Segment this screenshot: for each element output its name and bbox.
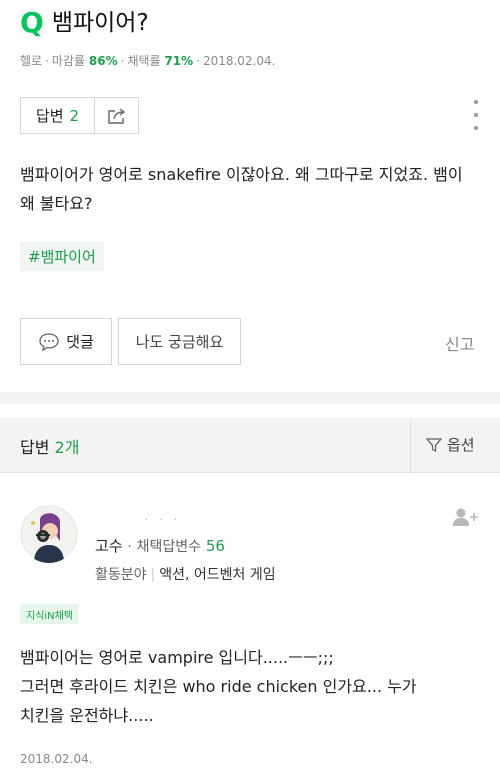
share-icon (107, 107, 125, 124)
adopt-rate: 71% (164, 54, 194, 68)
answer-body: 뱀파이어는 영어로 vampire 입니다.....ㅡㅡ;;; 그러면 후라이드… (20, 643, 490, 730)
answer-count-button[interactable]: 답변 2 (20, 97, 95, 134)
add-user-icon (453, 508, 478, 526)
section-divider (0, 392, 500, 404)
options-label: 옵션 (447, 436, 475, 454)
adopted-badge: 지식iN채택 (20, 604, 80, 624)
comment-button-label: 댓글 (66, 333, 94, 351)
answer-user-info: 고수 · 채택답변수 56 (95, 537, 225, 555)
question-q-icon: Q (20, 6, 44, 39)
hashtag[interactable]: #뱀파이어 (20, 242, 104, 271)
bar-separator (410, 418, 411, 473)
avatar[interactable] (20, 505, 78, 563)
comment-button[interactable]: 댓글 (20, 318, 112, 365)
answers-count: 답변 2개 (20, 438, 80, 457)
options-button[interactable]: 옵션 (426, 434, 475, 455)
answer-button-label: 답변 (35, 107, 64, 125)
answers-header-bar: 답변 2개 옵션 (0, 418, 500, 473)
answer-username[interactable]: 고수 (95, 537, 123, 555)
share-button[interactable] (94, 97, 139, 134)
avatar-image (20, 505, 78, 563)
question-title: 뱀파이어? (51, 10, 149, 36)
question-header: Q 뱀파이어? (20, 8, 149, 38)
decorative-dots: · · · (145, 515, 181, 526)
me-too-curious-button[interactable]: 나도 궁금해요 (118, 318, 241, 365)
adopted-label: 채택답변수 (136, 539, 202, 555)
more-vert-icon[interactable] (468, 100, 484, 130)
deadline-label: 마감률 (51, 54, 86, 68)
answer-button-count: 2 (69, 106, 80, 125)
report-link[interactable]: 신고 (445, 331, 474, 355)
question-date: 2018.02.04. (202, 54, 276, 68)
filter-icon (426, 437, 442, 452)
field-value: 액션, 어드벤처 게임 (159, 567, 276, 583)
question-meta: 헬로 · 마감률 86% · 채택률 71% · 2018.02.04. (20, 54, 276, 68)
deadline-rate: 86% (88, 54, 118, 68)
answer-line: 그러면 후라이드 치킨은 who ride chicken 인가요... 누가 (20, 677, 417, 696)
answer-line: 치킨을 운전하냐..... (20, 706, 154, 725)
question-body: 뱀파이어가 영어로 snakefire 이잖아요. 왜 그따구로 지었죠. 뱀이… (20, 165, 463, 213)
answer-date: 2018.02.04. (20, 752, 93, 766)
adopted-count: 56 (205, 537, 225, 555)
adopt-label: 채택률 (127, 54, 161, 68)
author-name[interactable]: 헬로 (20, 54, 42, 68)
activity-field: 활동분야 | 액션, 어드벤처 게임 (95, 567, 276, 583)
follow-button[interactable] (452, 507, 480, 531)
field-label: 활동분야 (95, 567, 147, 583)
answer-line: 뱀파이어는 영어로 vampire 입니다.....ㅡㅡ;;; (20, 648, 334, 667)
comment-bubble-icon (39, 332, 59, 351)
